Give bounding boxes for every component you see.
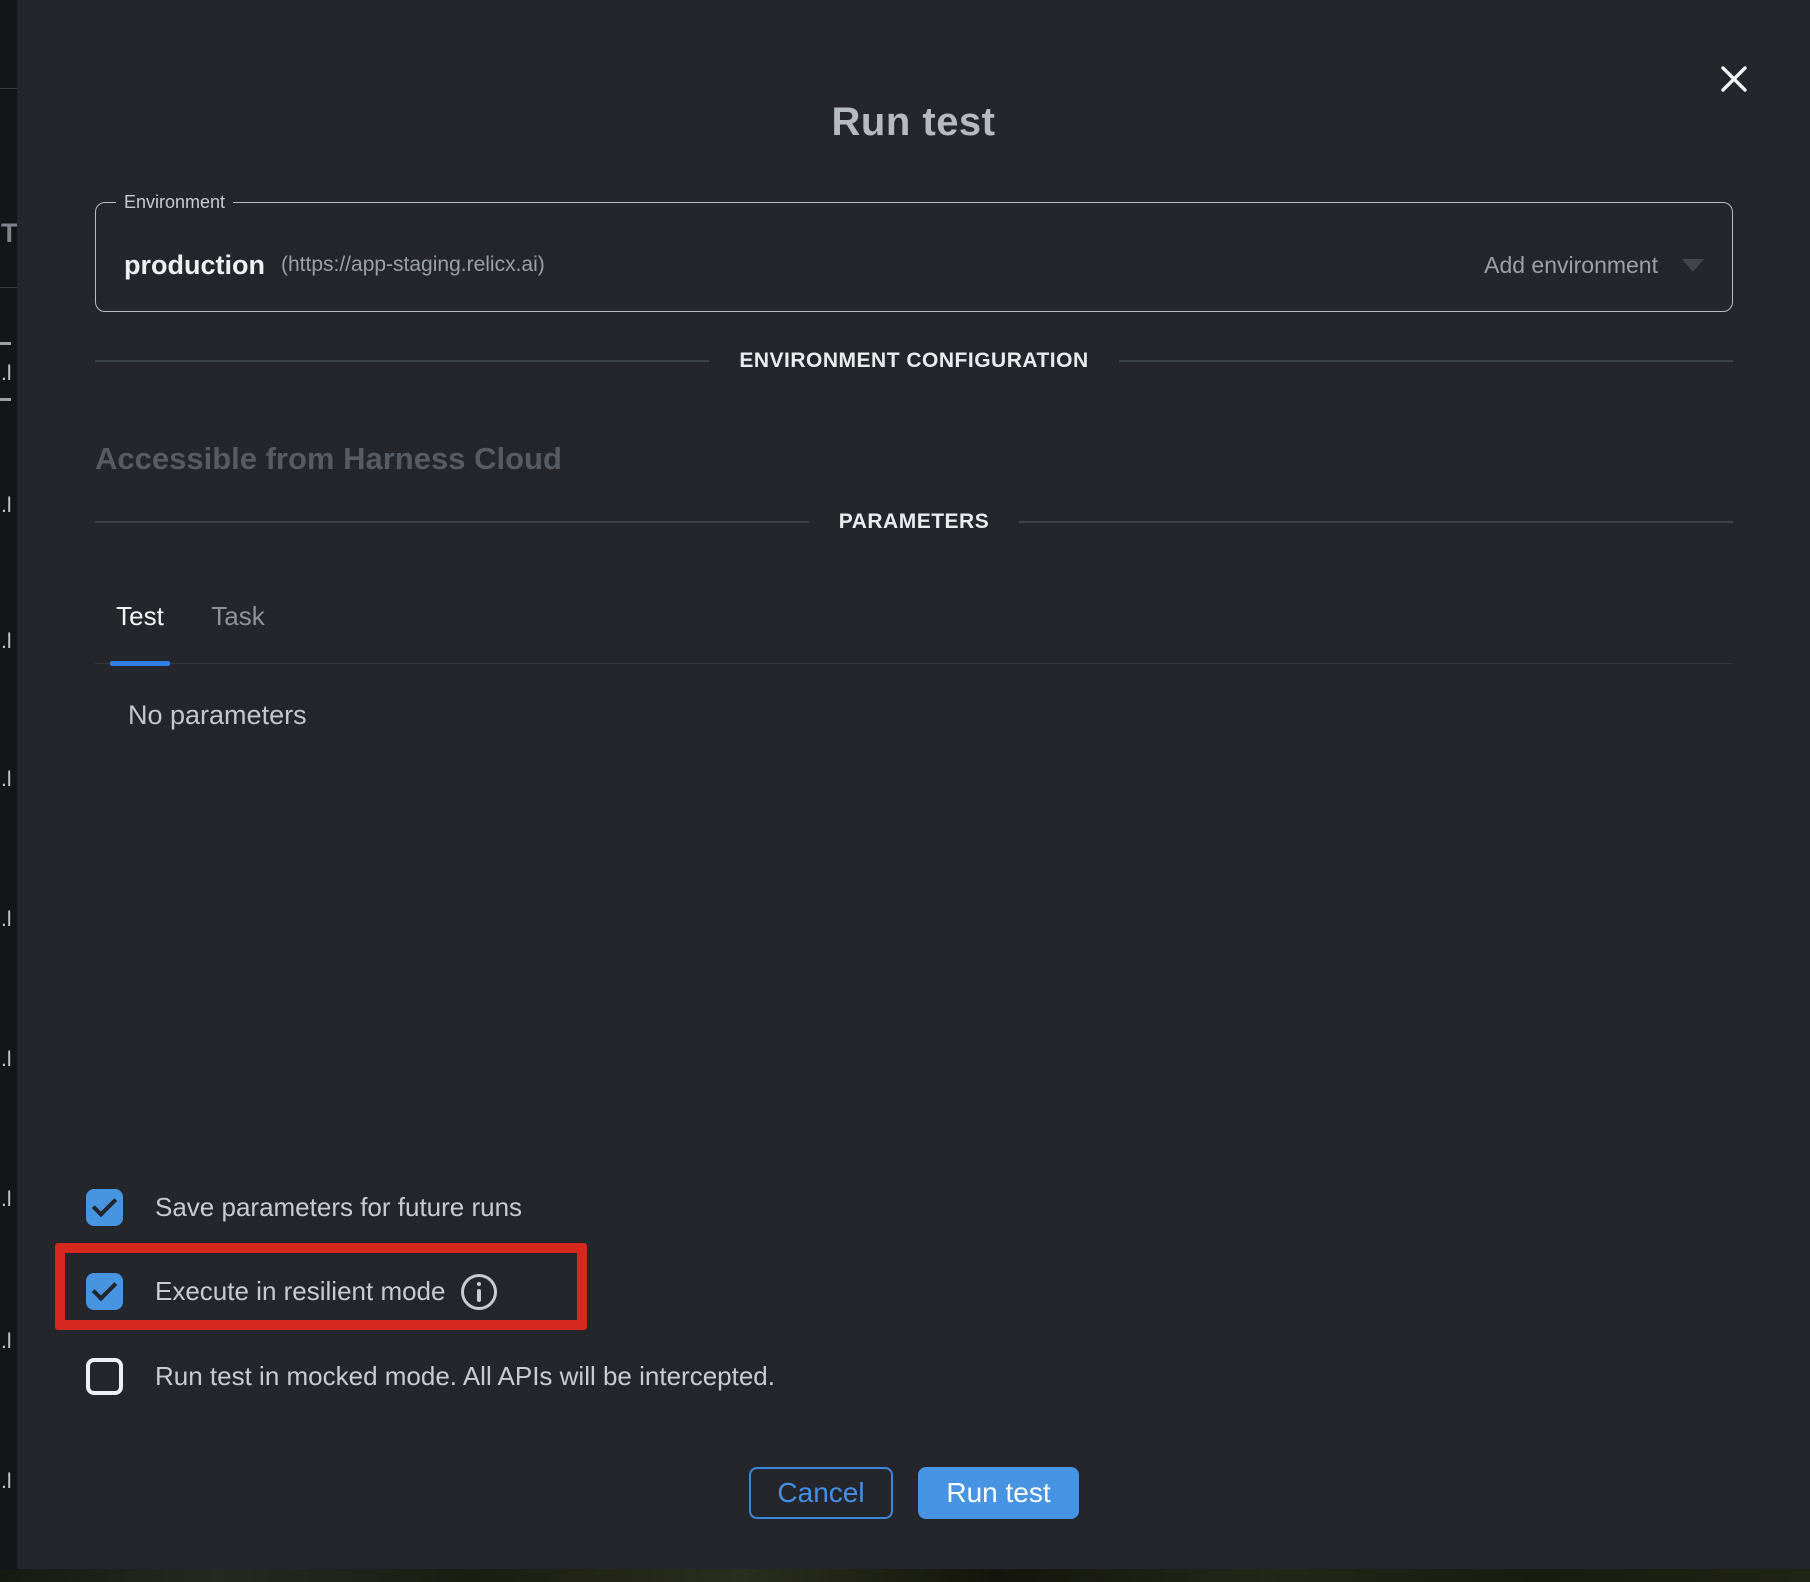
option-resilient-mode: Execute in resilient mode — [86, 1273, 497, 1310]
option-label[interactable]: Execute in resilient mode — [155, 1276, 445, 1307]
resilient-mode-checkbox[interactable] — [86, 1273, 123, 1310]
run-test-dialog: Run test Environment production (https:/… — [17, 0, 1810, 1569]
background-text-fragment: .l — [1, 908, 17, 932]
parameters-divider: PARAMETERS — [95, 509, 1733, 535]
background-text-fragment: .l — [1, 768, 17, 792]
background-text-fragment: .l — [1, 1470, 17, 1494]
background-row-divider — [0, 88, 17, 89]
environment-name: production — [124, 250, 265, 281]
environment-configuration-divider: ENVIRONMENT CONFIGURATION — [95, 348, 1733, 374]
option-save-parameters: Save parameters for future runs — [86, 1189, 522, 1226]
background-app-strip: T .l .l .l .l .l .l .l .l .l — [0, 0, 17, 1569]
dialog-title: Run test — [17, 100, 1810, 145]
cancel-button[interactable]: Cancel — [749, 1467, 893, 1519]
tab-task[interactable]: Task — [208, 596, 268, 663]
divider-line — [1019, 521, 1733, 523]
divider-line — [95, 360, 709, 362]
mocked-mode-checkbox[interactable] — [86, 1358, 123, 1395]
option-label[interactable]: Run test in mocked mode. All APIs will b… — [155, 1361, 775, 1392]
divider-line — [95, 521, 809, 523]
background-text-fragment — [0, 342, 11, 345]
environment-selector[interactable]: Environment production (https://app-stag… — [95, 192, 1733, 312]
background-text-fragment: .l — [1, 630, 17, 654]
close-icon[interactable] — [1717, 62, 1751, 96]
background-text-fragment: .l — [1, 362, 17, 386]
divider-line — [1119, 360, 1733, 362]
environment-url: (https://app-staging.relicx.ai) — [281, 253, 545, 277]
accessibility-note: Accessible from Harness Cloud — [95, 441, 562, 477]
background-page-strip — [0, 1569, 1810, 1582]
background-text-fragment: .l — [1, 1048, 17, 1072]
background-text-fragment: .l — [1, 494, 17, 518]
screen: T .l .l .l .l .l .l .l .l .l Run test En… — [0, 0, 1810, 1582]
background-text-fragment: .l — [1, 1188, 17, 1212]
tab-test[interactable]: Test — [110, 596, 170, 663]
background-row-divider — [0, 287, 17, 288]
option-mocked-mode: Run test in mocked mode. All APIs will b… — [86, 1358, 775, 1395]
run-test-button[interactable]: Run test — [918, 1467, 1079, 1519]
save-parameters-checkbox[interactable] — [86, 1189, 123, 1226]
background-text-fragment: .l — [1, 1330, 17, 1354]
option-label[interactable]: Save parameters for future runs — [155, 1192, 522, 1223]
background-text-fragment: T — [1, 218, 17, 249]
add-environment-dropdown[interactable]: Add environment — [1484, 252, 1704, 279]
no-parameters-message: No parameters — [128, 700, 307, 731]
add-environment-label: Add environment — [1484, 252, 1658, 279]
chevron-down-icon — [1682, 259, 1704, 272]
background-text-fragment — [0, 398, 11, 401]
environment-legend: Environment — [116, 192, 233, 213]
parameters-heading: PARAMETERS — [839, 510, 989, 534]
environment-configuration-heading: ENVIRONMENT CONFIGURATION — [739, 349, 1088, 373]
environment-row: production (https://app-staging.relicx.a… — [96, 213, 1732, 311]
info-icon[interactable] — [461, 1274, 497, 1310]
parameters-tabbar: Test Task — [95, 596, 1733, 664]
